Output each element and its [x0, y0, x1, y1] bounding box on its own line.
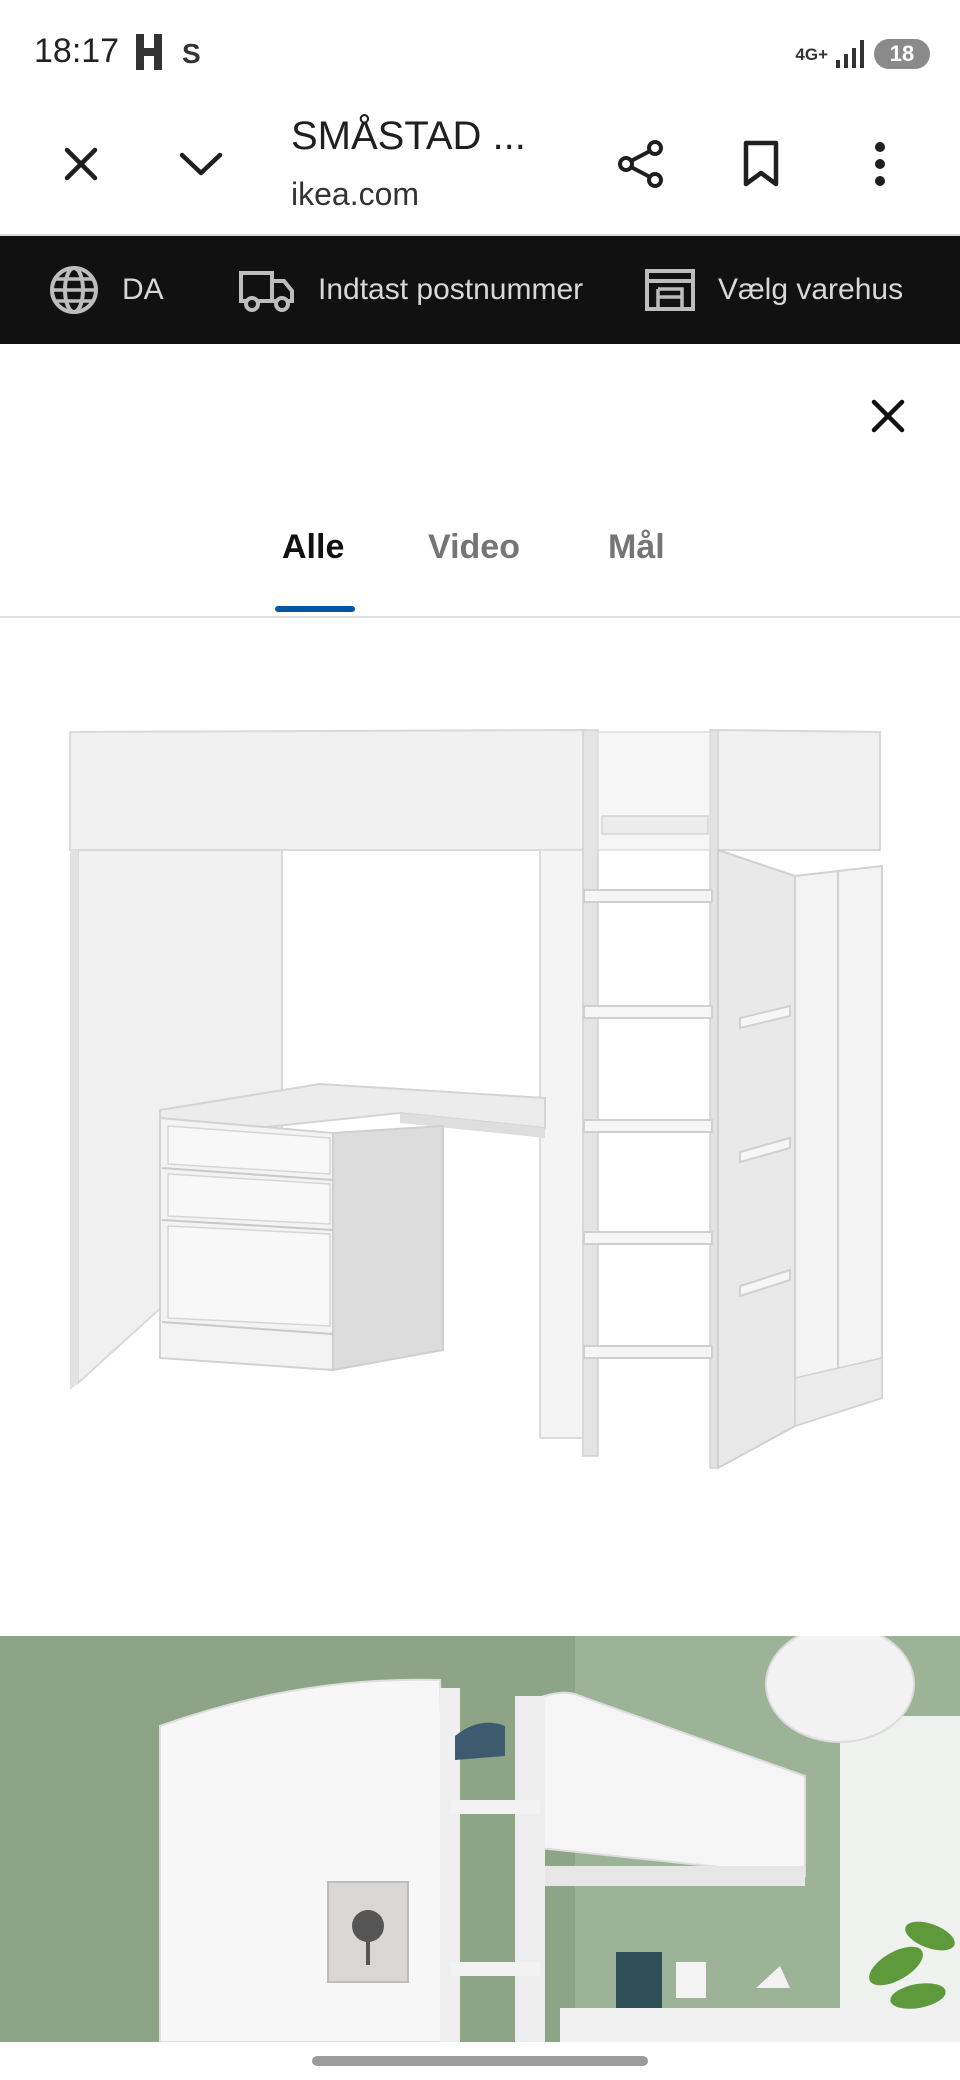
tab-alle[interactable]: Alle — [282, 528, 344, 567]
room-photo-loft-bed[interactable] — [0, 1636, 960, 2042]
tab-video[interactable]: Video — [428, 528, 520, 567]
postal-code-button[interactable]: Indtast postnummer — [238, 236, 583, 344]
close-icon[interactable] — [860, 388, 916, 444]
battery-icon: 18 — [874, 39, 930, 69]
battery-level: 18 — [889, 41, 915, 66]
truck-icon — [239, 271, 294, 312]
store-icon — [645, 269, 695, 311]
close-icon[interactable] — [51, 134, 111, 194]
chevron-down-icon[interactable] — [171, 134, 231, 194]
tab-maal[interactable]: Mål — [608, 528, 665, 567]
ikea-utility-bar: DA Indtast postnummer Vælg varehus — [0, 236, 960, 344]
active-tab-indicator — [275, 606, 355, 612]
store-selector[interactable]: Vælg varehus — [644, 236, 903, 344]
language-label: DA — [122, 273, 164, 306]
status-app-badge: S — [182, 38, 201, 69]
language-selector[interactable]: DA — [48, 236, 164, 344]
more-vert-icon[interactable] — [850, 134, 910, 194]
bookmark-icon[interactable] — [731, 134, 791, 194]
h-app-icon — [136, 34, 162, 70]
postal-label: Indtast postnummer — [318, 273, 584, 306]
gallery-tabs: Alle Video Mål — [0, 510, 960, 616]
globe-icon — [50, 266, 98, 314]
status-bar: 18:17 S 4G+ 18 — [0, 0, 960, 104]
home-indicator[interactable] — [312, 2056, 648, 2066]
product-image-loft-bed[interactable] — [0, 618, 960, 1634]
page-domain: ikea.com — [291, 176, 420, 212]
network-label: 4G+ — [795, 44, 828, 64]
page-title: SMÅSTAD ... — [291, 114, 526, 158]
signal-icon — [836, 40, 864, 68]
share-icon[interactable] — [611, 134, 671, 194]
status-time: 18:17 — [34, 32, 120, 70]
status-right: 4G+ 18 — [795, 36, 930, 72]
store-label: Vælg varehus — [718, 273, 904, 306]
